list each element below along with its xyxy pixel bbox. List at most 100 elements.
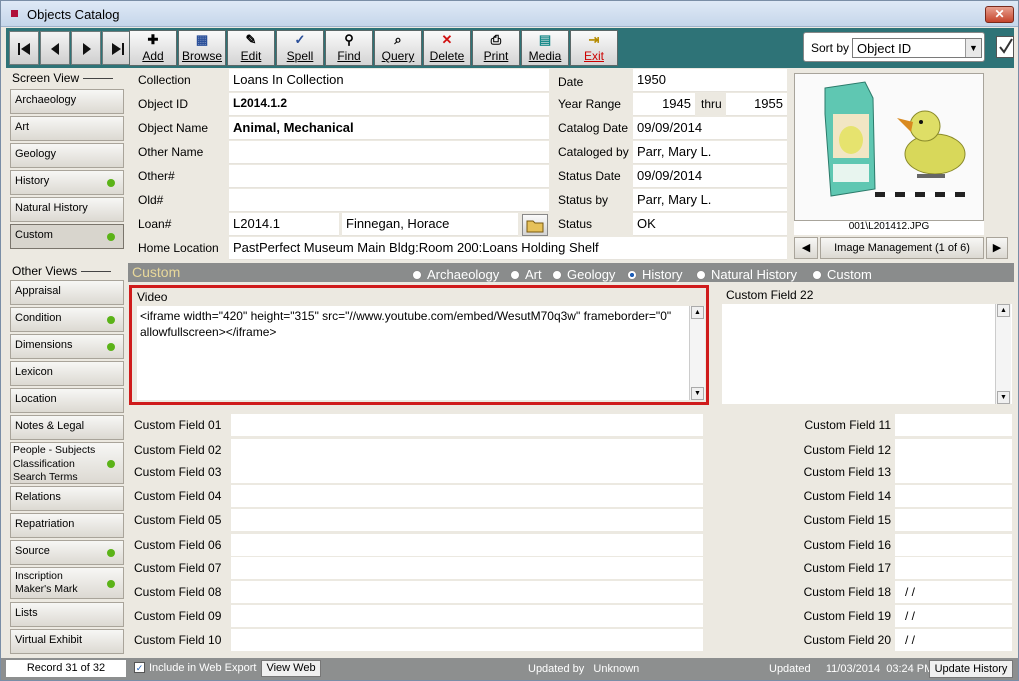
custom-field-08-input[interactable] xyxy=(231,581,703,603)
nav-notes-legal[interactable]: Notes & Legal xyxy=(10,415,124,440)
nav-natural-history[interactable]: Natural History xyxy=(10,197,124,222)
object-name-field[interactable]: Animal, Mechanical xyxy=(229,117,549,140)
catalog-date-field[interactable]: 09/09/2014 xyxy=(633,117,787,140)
custom-field-05-input[interactable] xyxy=(231,509,703,531)
nav-geology[interactable]: Geology xyxy=(10,143,124,168)
other-number-field[interactable] xyxy=(229,165,549,188)
object-id-field[interactable]: L2014.1.2 xyxy=(229,93,549,116)
custom-field-20-input[interactable]: / / xyxy=(895,629,1012,651)
date-field[interactable]: 1950 xyxy=(633,69,787,92)
custom-field-18-input[interactable]: / / xyxy=(895,581,1012,603)
custom-field-09-input[interactable] xyxy=(231,605,703,627)
nav-source[interactable]: Source xyxy=(10,540,124,565)
other-number-label: Other# xyxy=(138,169,175,183)
collection-field[interactable]: Loans In Collection xyxy=(229,69,549,92)
custom-field-04-input[interactable] xyxy=(231,485,703,507)
custom-field-17-input[interactable] xyxy=(895,557,1012,579)
find-button[interactable]: ⚲ Find xyxy=(325,30,373,66)
loan-person-field[interactable]: Finnegan, Horace xyxy=(342,213,518,236)
nav-people-subjects[interactable]: People - Subjects Classification Search … xyxy=(10,442,124,484)
close-button[interactable]: ✕ xyxy=(985,6,1014,23)
next-record-button[interactable] xyxy=(71,31,101,65)
nav-appraisal[interactable]: Appraisal xyxy=(10,280,124,305)
custom-field-16-input[interactable] xyxy=(895,534,1012,556)
year-from-field[interactable]: 1945 xyxy=(633,93,695,116)
next-image-button[interactable]: ▶ xyxy=(986,237,1008,259)
video-scrollbar[interactable]: ▲ ▼ xyxy=(689,306,705,400)
radio-archaeology[interactable]: Archaeology xyxy=(412,267,499,282)
year-to-field[interactable]: 1955 xyxy=(726,93,787,116)
nav-condition[interactable]: Condition xyxy=(10,307,124,332)
custom-field-02-input[interactable] xyxy=(231,439,703,461)
radio-geology[interactable]: Geology xyxy=(552,267,615,282)
nav-location[interactable]: Location xyxy=(10,388,124,413)
custom-field-03-label: Custom Field 03 xyxy=(134,465,222,479)
catalog-date-label: Catalog Date xyxy=(558,121,629,135)
custom-field-01-input[interactable] xyxy=(231,414,703,436)
loan-number-field[interactable]: L2014.1 xyxy=(229,213,339,236)
scroll-down-icon[interactable]: ▼ xyxy=(691,387,704,400)
nav-dimensions[interactable]: Dimensions xyxy=(10,334,124,359)
previous-record-button[interactable] xyxy=(40,31,70,65)
view-web-button[interactable]: View Web xyxy=(261,660,321,677)
nav-archaeology[interactable]: Archaeology xyxy=(10,89,124,114)
nav-lexicon[interactable]: Lexicon xyxy=(10,361,124,386)
nav-art[interactable]: Art xyxy=(10,116,124,141)
scroll-down-icon[interactable]: ▼ xyxy=(997,391,1010,404)
image-management-button[interactable]: Image Management (1 of 6) xyxy=(820,237,984,259)
browse-button[interactable]: ▦ Browse xyxy=(178,30,226,66)
radio-custom[interactable]: Custom xyxy=(812,267,872,282)
status-date-field[interactable]: 09/09/2014 xyxy=(633,165,787,188)
custom-field-10-label: Custom Field 10 xyxy=(134,633,222,647)
custom-field-19-input[interactable]: / / xyxy=(895,605,1012,627)
scroll-up-icon[interactable]: ▲ xyxy=(691,306,704,319)
checklist-icon[interactable] xyxy=(996,36,1014,58)
custom-field-22-textarea[interactable] xyxy=(722,304,1012,404)
exit-button[interactable]: ⇥ Exit xyxy=(570,30,618,66)
nav-repatriation[interactable]: Repatriation xyxy=(10,513,124,538)
add-button[interactable]: ✚ Add xyxy=(129,30,177,66)
video-field-highlight: Video <iframe width="420" height="315" s… xyxy=(129,285,709,405)
custom-field-07-input[interactable] xyxy=(231,557,703,579)
custom-field-06-input[interactable] xyxy=(231,534,703,556)
nav-history[interactable]: History xyxy=(10,170,124,195)
other-name-field[interactable] xyxy=(229,141,549,164)
print-button[interactable]: ⎙ Print xyxy=(472,30,520,66)
last-record-button[interactable] xyxy=(102,31,132,65)
media-button[interactable]: ▤ Media xyxy=(521,30,569,66)
home-location-field[interactable]: PastPerfect Museum Main Bldg:Room 200:Lo… xyxy=(229,237,787,260)
edit-button[interactable]: ✎ Edit xyxy=(227,30,275,66)
radio-history[interactable]: History xyxy=(627,267,682,282)
custom-field-15-input[interactable] xyxy=(895,509,1012,531)
custom-field-10-input[interactable] xyxy=(231,629,703,651)
custom-field-03-input[interactable] xyxy=(231,461,703,483)
scroll-up-icon[interactable]: ▲ xyxy=(997,304,1010,317)
radio-art[interactable]: Art xyxy=(510,267,542,282)
custom-field-22-scrollbar[interactable]: ▲ ▼ xyxy=(995,304,1011,404)
nav-relations[interactable]: Relations xyxy=(10,486,124,511)
custom-field-11-input[interactable] xyxy=(895,414,1012,436)
custom-field-14-input[interactable] xyxy=(895,485,1012,507)
radio-natural-history[interactable]: Natural History xyxy=(696,267,797,282)
video-textarea[interactable]: <iframe width="420" height="315" src="//… xyxy=(137,306,689,400)
first-record-button[interactable] xyxy=(9,31,39,65)
nav-inscription[interactable]: Inscription Maker's Mark xyxy=(10,567,124,599)
custom-field-12-input[interactable] xyxy=(895,439,1012,461)
nav-lists[interactable]: Lists xyxy=(10,602,124,627)
object-photo[interactable] xyxy=(794,73,984,221)
status-by-field[interactable]: Parr, Mary L. xyxy=(633,189,787,212)
spell-button[interactable]: ✓ Spell xyxy=(276,30,324,66)
web-export-checkbox[interactable]: ✓ xyxy=(134,662,145,673)
custom-field-13-input[interactable] xyxy=(895,461,1012,483)
query-button[interactable]: ⌕ Query xyxy=(374,30,422,66)
previous-image-button[interactable]: ◀ xyxy=(794,237,818,259)
delete-button[interactable]: ✕ Delete xyxy=(423,30,471,66)
old-number-field[interactable] xyxy=(229,189,549,212)
cataloged-by-field[interactable]: Parr, Mary L. xyxy=(633,141,787,164)
sort-by-select[interactable]: Object ID ▼ xyxy=(852,38,982,58)
nav-virtual-exhibit[interactable]: Virtual Exhibit xyxy=(10,629,124,654)
nav-custom[interactable]: Custom xyxy=(10,224,124,249)
open-folder-button[interactable] xyxy=(522,214,548,236)
update-history-button[interactable]: Update History xyxy=(929,660,1013,678)
status-field[interactable]: OK xyxy=(633,213,787,236)
